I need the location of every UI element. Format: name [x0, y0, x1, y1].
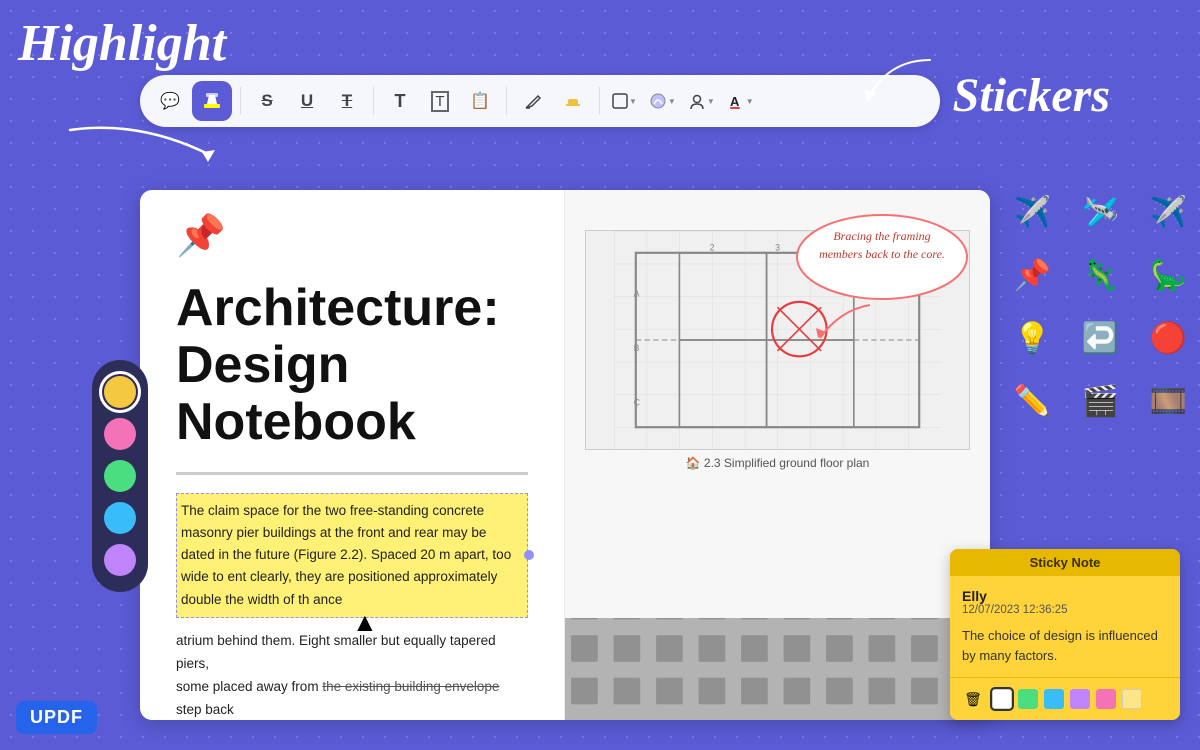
- strikethrough-tool-button[interactable]: S: [249, 83, 285, 119]
- sticky-color-green[interactable]: [1018, 689, 1038, 709]
- doc-left-column: 📌 Architecture:Design Notebook The claim…: [140, 190, 565, 720]
- sticker-red[interactable]: 🔴: [1141, 311, 1196, 366]
- highlight-tool-button[interactable]: [192, 81, 232, 121]
- sticker-plane1[interactable]: ✈️: [1005, 185, 1060, 240]
- sticker-lizard[interactable]: 🦎: [1073, 248, 1128, 303]
- sticky-color-pink[interactable]: [1096, 689, 1116, 709]
- main-document: 📌 Architecture:Design Notebook The claim…: [140, 190, 990, 720]
- toolbar-separator-4: [599, 87, 600, 115]
- svg-text:A: A: [730, 94, 740, 109]
- sticker-plane3[interactable]: ✈️: [1141, 185, 1196, 240]
- sticker-clapboard1[interactable]: 🎬: [1073, 374, 1128, 429]
- cursor-decoration: ▲: [352, 607, 378, 638]
- document-title: Architecture:Design Notebook: [176, 280, 528, 452]
- stickers-label: Stickers: [953, 68, 1110, 123]
- toolbar: 💬 S U T T T 📋 ▼: [140, 75, 940, 127]
- sticker-pencil[interactable]: ✏️: [1005, 374, 1060, 429]
- sticker-clapboard2[interactable]: 🎞️: [1141, 374, 1196, 429]
- svg-text:members back to the core.: members back to the core.: [819, 247, 945, 261]
- strikethrough2-tool-button[interactable]: T: [329, 83, 365, 119]
- shape-tool-button[interactable]: ▼: [608, 83, 641, 119]
- svg-text:A: A: [634, 288, 640, 298]
- text-tool-button[interactable]: T: [382, 83, 418, 119]
- sticker-dino[interactable]: 🦕: [1141, 248, 1196, 303]
- text-color-button[interactable]: A ▼: [723, 83, 758, 119]
- sticky-note-date: 12/07/2023 12:36:25: [962, 604, 1168, 616]
- sticky-note-body: Elly 12/07/2023 12:36:25 The choice of d…: [950, 576, 1180, 677]
- doc-right-column: Bracing the framing members back to the …: [565, 190, 990, 720]
- building-photo: [565, 618, 990, 720]
- svg-text:3: 3: [775, 243, 780, 253]
- sticky-color-purple[interactable]: [1070, 689, 1090, 709]
- blueprint-caption: 🏠 2.3 Simplified ground floor plan: [585, 456, 970, 470]
- callout-tool-button[interactable]: 📋: [462, 83, 498, 119]
- svg-text:C: C: [634, 397, 640, 407]
- blueprint-section: Bracing the framing members back to the …: [565, 190, 990, 618]
- sticky-color-yellow[interactable]: [1122, 689, 1142, 709]
- fill-color-button[interactable]: ▼: [645, 83, 680, 119]
- color-blue[interactable]: [104, 502, 136, 534]
- strikethrough-text: the existing building envelope: [322, 679, 499, 694]
- sticker-plane2[interactable]: 🛩️: [1073, 185, 1128, 240]
- svg-text:B: B: [634, 343, 640, 353]
- doc-paragraph-2: atrium behind them. Eight smaller but eq…: [176, 630, 528, 720]
- pencil-tool-button[interactable]: [515, 83, 551, 119]
- building-photo-section: [565, 618, 990, 720]
- color-pink[interactable]: [104, 418, 136, 450]
- pushpin-decoration: 📌: [176, 212, 226, 259]
- sticky-delete-button[interactable]: 🗑: [960, 686, 986, 712]
- sticker-lightbulb[interactable]: 💡: [1005, 311, 1060, 366]
- sticker-arrow[interactable]: ↩️: [1073, 311, 1128, 366]
- sticky-color-blue[interactable]: [1044, 689, 1064, 709]
- toolbar-separator-2: [373, 87, 374, 115]
- color-palette: [92, 360, 148, 592]
- sticky-note-footer: 🗑: [950, 677, 1180, 720]
- color-green[interactable]: [104, 460, 136, 492]
- doc-divider: [176, 472, 528, 475]
- textbox-tool-button[interactable]: T: [422, 83, 458, 119]
- highlight-arrow-decoration: [60, 120, 220, 170]
- sticky-note-header: Sticky Note: [950, 549, 1180, 576]
- stickers-panel: ✈️ 🛩️ ✈️ 📌 🦎 🦕 💡 ↩️ 🔴 ✏️ 🎬 🎞️: [995, 175, 1190, 439]
- highlight-label: Highlight: [18, 18, 226, 70]
- svg-text:Bracing the framing: Bracing the framing: [833, 229, 930, 243]
- sticky-color-white[interactable]: [992, 689, 1012, 709]
- toolbar-separator-3: [506, 87, 507, 115]
- sticky-note-author: Elly: [962, 588, 1168, 604]
- svg-text:2: 2: [710, 243, 715, 253]
- sticker-pushpin[interactable]: 📌: [1005, 248, 1060, 303]
- sticky-note: Sticky Note Elly 12/07/2023 12:36:25 The…: [950, 549, 1180, 720]
- user-button[interactable]: ▼: [684, 83, 719, 119]
- updf-logo: UPDF: [16, 701, 97, 734]
- color-yellow[interactable]: [104, 376, 136, 408]
- underline-tool-button[interactable]: U: [289, 83, 325, 119]
- marker-tool-button[interactable]: [555, 83, 591, 119]
- highlighted-paragraph: The claim space for the two free-standin…: [176, 493, 528, 618]
- comment-tool-button[interactable]: 💬: [152, 83, 188, 119]
- color-purple[interactable]: [104, 544, 136, 576]
- sticky-note-content: The choice of design is influenced by ma…: [962, 626, 1168, 665]
- toolbar-separator-1: [240, 87, 241, 115]
